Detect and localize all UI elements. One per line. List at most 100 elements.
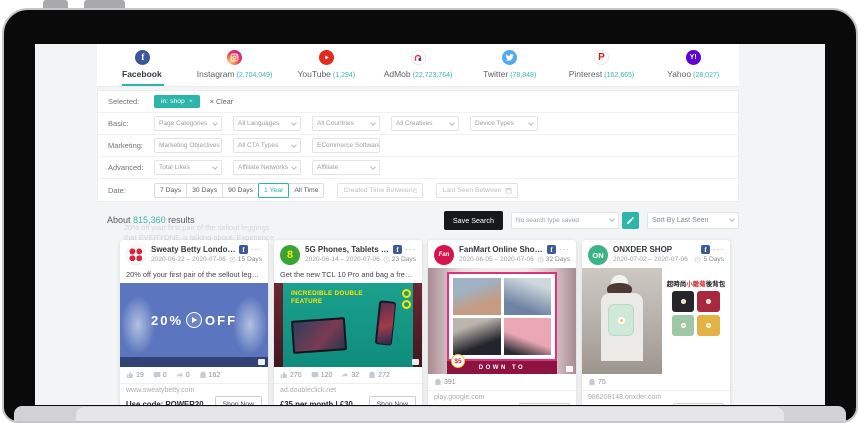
tab-youtube[interactable]: YouTube(1,294): [280, 44, 372, 86]
tab-yahoo[interactable]: Y! Yahoo(28,027): [647, 44, 739, 86]
date-range-90-days[interactable]: 90 Days: [222, 183, 259, 198]
cta-button[interactable]: Learn More: [519, 403, 570, 405]
date-range-1-year-active[interactable]: 1 Year: [258, 183, 289, 198]
advertiser-avatar[interactable]: ON: [588, 245, 608, 265]
ad-creative-image[interactable]: INCREDIBLE DOUBLE FEATURE: [274, 283, 422, 367]
clock-icon: [537, 256, 544, 263]
ghost-icon: [199, 371, 207, 379]
clear-filters-link[interactable]: × Clear: [210, 97, 233, 106]
landing-domain[interactable]: ad.doubleclick.net: [274, 384, 422, 395]
chevron-down-icon: [212, 120, 218, 126]
product-panel: 超時尚小雛菊後背包: [662, 268, 730, 374]
page-categories-select[interactable]: Page Categories: [154, 116, 222, 131]
ad-creative-image[interactable]: $5 DOWN TO: [428, 268, 576, 374]
date-range-30-days[interactable]: 30 Days: [186, 183, 223, 198]
advertiser-name[interactable]: FanMart Online Shopping - F...: [459, 245, 544, 254]
tab-label: Yahoo: [667, 69, 691, 79]
expand-icon[interactable]: [258, 359, 265, 365]
expand-icon[interactable]: [412, 359, 419, 365]
last-seen-between-input[interactable]: Last Seen Between: [436, 183, 518, 198]
total-likes-select[interactable]: Total Likes: [154, 160, 222, 175]
more-menu-icon[interactable]: ···: [559, 248, 570, 252]
save-search-button[interactable]: Save Search: [444, 211, 503, 230]
ee-logo: [402, 300, 411, 309]
ad-card-fanmart[interactable]: Fan FanMart Online Shopping - F... f ···…: [428, 240, 576, 405]
saved-search-select[interactable]: No search type saved: [511, 212, 619, 229]
tab-twitter[interactable]: Twitter(78,848): [464, 44, 556, 86]
like-icon: [126, 371, 134, 379]
ecommerce-softwares-select[interactable]: ECommerce Softwares: [312, 138, 380, 153]
model-photo: [582, 268, 662, 374]
ad-card-ee[interactable]: 8 5G Phones, Tablets & SIMs | ... f ··· …: [274, 240, 422, 405]
advertiser-avatar[interactable]: 8: [280, 245, 300, 265]
twitter-icon: [502, 50, 517, 65]
calendar-icon: [505, 187, 512, 194]
tv-graphic: [291, 317, 347, 354]
advertiser-name[interactable]: 5G Phones, Tablets & SIMs | ...: [305, 245, 390, 254]
play-icon[interactable]: [186, 312, 202, 328]
comment-icon: [311, 371, 319, 379]
selected-filter-chip[interactable]: in: shop×: [154, 95, 200, 108]
countries-select[interactable]: All Countries: [312, 116, 380, 131]
network-tabbar: f Facebook Instagram(2,704,049): [97, 44, 739, 87]
tab-count: (78,848): [510, 72, 536, 79]
creatives-select[interactable]: All Creatives: [391, 116, 459, 131]
cta-button[interactable]: Learn More: [673, 403, 724, 405]
select-value: Total Likes: [159, 164, 190, 171]
created-time-between-input[interactable]: Created Time Between: [337, 183, 423, 198]
tab-instagram[interactable]: Instagram(2,704,049): [189, 44, 281, 86]
filter-row-marketing: Marketing: Marketing Objectives All CTA …: [98, 135, 738, 157]
edit-saved-search-button[interactable]: [622, 212, 639, 229]
advertiser-avatar[interactable]: Fan: [434, 245, 454, 265]
ad-creative-image[interactable]: 超時尚小雛菊後背包: [582, 268, 730, 374]
share-icon: [176, 371, 184, 379]
chip-remove-icon[interactable]: ×: [189, 98, 193, 105]
landing-domain[interactable]: www.sweatybetty.com: [120, 384, 268, 395]
ad-creative-image[interactable]: 20%OFF: [120, 283, 268, 367]
device-types-select[interactable]: Device Types: [470, 116, 538, 131]
advertiser-name[interactable]: ONXDER SHOP: [613, 245, 698, 254]
device-base-highlight: [76, 407, 784, 421]
tab-admob[interactable]: AdMob(22,723,764): [372, 44, 464, 86]
facebook-icon: f: [239, 245, 248, 254]
date-range-7-days[interactable]: 7 Days: [154, 183, 187, 198]
ad-card-sweaty-betty[interactable]: Sweaty Betty London | Wom... f ··· 2020-…: [120, 240, 268, 405]
ad-duration: 5 Days: [703, 256, 724, 263]
expand-icon[interactable]: [566, 366, 573, 372]
pinterest-icon: P: [594, 50, 609, 65]
clock-icon: [229, 256, 236, 263]
cta-button[interactable]: Shop Now: [369, 396, 416, 405]
marketing-label: Marketing:: [108, 141, 154, 150]
cta-button[interactable]: Shop Now: [215, 396, 262, 405]
affiliate-select[interactable]: Affiliate: [312, 160, 380, 175]
landing-domain[interactable]: 986208148.onxder.com: [582, 391, 730, 402]
advertiser-name[interactable]: Sweaty Betty London | Wom...: [151, 245, 236, 254]
marketing-objectives-select[interactable]: Marketing Objectives: [154, 138, 222, 153]
shoes-collage: [447, 272, 557, 361]
affiliate-networks-select[interactable]: Affiliate Networks: [233, 160, 301, 175]
input-placeholder: Last Seen Between: [442, 187, 501, 194]
share-icon: [341, 371, 349, 379]
select-value: ECommerce Softwares: [317, 142, 380, 149]
ghost-icon: [588, 378, 596, 386]
tab-pinterest[interactable]: P Pinterest(162,665): [556, 44, 648, 86]
tab-count: (1,294): [333, 72, 355, 79]
chevron-down-icon: [609, 216, 615, 222]
tab-label: Facebook: [122, 69, 162, 79]
languages-select[interactable]: All Languages: [233, 116, 301, 131]
ad-date-range: 2020-06-22 – 2020-07-06: [151, 256, 229, 263]
advertiser-avatar[interactable]: [126, 245, 146, 265]
ad-card-onxder[interactable]: ON ONXDER SHOP f ··· 2020-07-02 – 2020-0…: [582, 240, 730, 405]
cta-types-select[interactable]: All CTA Types: [233, 138, 301, 153]
sort-select[interactable]: Sort By Last Seen: [647, 212, 739, 229]
ad-headline: £35 per month | £30 upfront | ...: [280, 400, 365, 405]
date-range-all-time[interactable]: All Time: [288, 183, 324, 198]
more-menu-icon[interactable]: ···: [405, 248, 416, 252]
facebook-icon: f: [393, 245, 402, 254]
landing-domain[interactable]: play.google.com: [428, 391, 576, 402]
facebook-icon: f: [701, 245, 710, 254]
tab-count: (162,665): [604, 72, 634, 79]
more-menu-icon[interactable]: ···: [713, 248, 724, 252]
tab-facebook[interactable]: f Facebook: [97, 44, 189, 86]
more-menu-icon[interactable]: ···: [251, 248, 262, 252]
